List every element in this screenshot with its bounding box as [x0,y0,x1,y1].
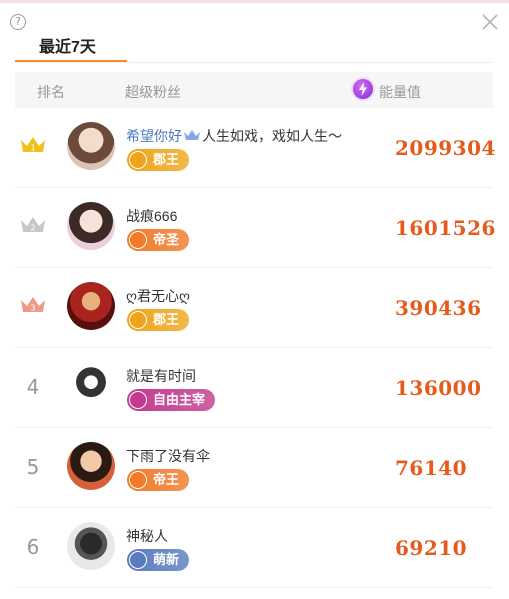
badge-label: 帝王 [153,472,180,487]
ranking-row[interactable]: 5 下雨了没有伞 帝王 76140 [15,428,493,508]
badge-label: 自由主宰 [153,392,206,407]
avatar[interactable] [67,522,115,570]
avatar[interactable] [67,282,115,330]
lightning-icon [353,79,373,99]
rank-number: 5 [15,454,51,480]
energy-value: 390436 [395,296,482,320]
energy-value: 136000 [395,376,482,400]
badge-emblem-icon [129,311,147,329]
table-header: 排名 超级粉丝 能量值 [15,72,493,108]
close-icon[interactable] [480,12,500,32]
fan-level-badge: 自由主宰 [127,389,216,411]
badge-label: 帝圣 [153,232,180,247]
fan-level-badge: 萌新 [127,549,190,571]
header-rank: 排名 [37,84,65,100]
fan-level-badge: 郡王 [127,309,190,331]
energy-value: 76140 [395,456,468,480]
rank-number-text: 5 [26,455,40,479]
fan-name[interactable]: 神秘人 [126,526,168,546]
header-super-fan: 超级粉丝 [125,84,181,100]
ranking-row[interactable]: 3 ღ君无心ღ 郡王 390436 [15,268,493,348]
fan-level-badge: 帝圣 [127,229,190,251]
fan-name[interactable]: 希望你好 人生如戏，戏如人生～ [126,126,342,146]
fan-name-text: 战痕666 [126,208,178,224]
tab-recent-7-days[interactable]: 最近7天 [39,33,96,57]
ranking-row[interactable]: 6 神秘人萌新 69210 [15,508,493,588]
avatar[interactable] [67,362,115,410]
fan-name[interactable]: 战痕666 [126,206,177,226]
fan-level-badge: 帝王 [127,469,190,491]
rank-number: 6 [15,534,51,560]
fan-name-text: 人生如戏，戏如人生～ [202,128,342,144]
tab-divider [15,62,493,63]
rank-number-text: 6 [26,535,40,559]
silver-crown-icon: 2 [15,214,51,240]
fan-name-text: ღ君无心ღ [126,288,191,304]
fan-ranking-list: 1 希望你好 人生如戏，戏如人生～ 郡王 2099304 2 战痕666 帝圣 1601526 3… [15,108,496,588]
badge-emblem-icon [129,551,147,569]
badge-emblem-icon [129,231,147,249]
fan-name-highlight: 希望你好 [126,128,182,144]
energy-value: 2099304 [395,136,496,160]
fan-name[interactable]: 下雨了没有伞 [126,446,210,466]
blue-crown-icon [182,128,202,144]
badge-emblem-icon [129,151,147,169]
avatar[interactable] [67,122,115,170]
fan-name-text: 就是有时间 [126,368,196,384]
bronze-crown-icon: 3 [15,294,51,320]
top-accent-strip [0,0,509,3]
badge-label: 萌新 [153,552,180,567]
gold-crown-icon: 1 [15,134,51,160]
energy-value: 1601526 [395,216,496,240]
fan-level-badge: 郡王 [127,149,190,171]
ranking-row[interactable]: 4 就是有时间自由主宰 136000 [15,348,493,428]
crown-rank-number: 1 [30,144,35,153]
crown-rank-number: 3 [30,304,35,313]
fan-name-text: 神秘人 [126,528,168,544]
badge-label: 郡王 [153,152,180,167]
fan-name-text: 下雨了没有伞 [126,448,210,464]
rank-number: 4 [15,374,51,400]
badge-label: 郡王 [153,312,180,327]
ranking-row[interactable]: 2 战痕666 帝圣 1601526 [15,188,496,268]
badge-emblem-icon [129,391,147,409]
crown-rank-number: 2 [30,224,35,233]
rank-number-text: 4 [26,375,40,399]
avatar[interactable] [67,202,115,250]
ranking-row[interactable]: 1 希望你好 人生如戏，戏如人生～ 郡王 2099304 [15,108,496,188]
fan-name[interactable]: ღ君无心ღ [126,286,190,306]
energy-value: 69210 [395,536,468,560]
badge-emblem-icon [129,471,147,489]
help-icon[interactable]: ? [10,14,26,30]
header-energy: 能量值 [379,84,421,100]
fan-name[interactable]: 就是有时间 [126,366,196,386]
avatar[interactable] [67,442,115,490]
